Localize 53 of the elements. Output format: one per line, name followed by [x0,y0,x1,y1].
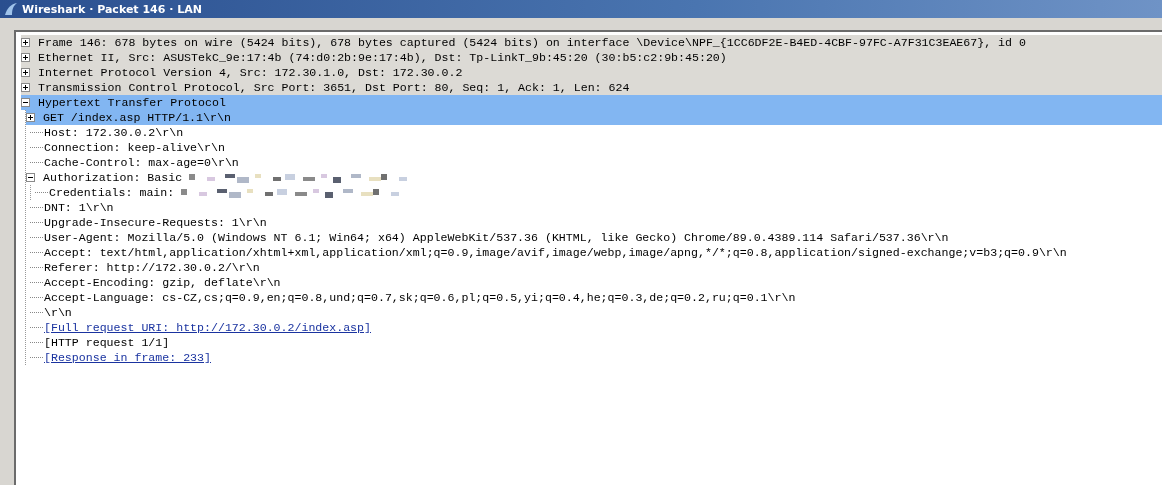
tree-row[interactable]: Accept: text/html,application/xhtml+xml,application/xml;q=0.9,image/avif,image/webp,image/apng,*/*;q=0.8,application/signed-exchange;v=b3;q=0.9\r\n [26,245,1162,260]
field-text: Credentials: main: [49,186,175,199]
tree-row[interactable]: [Full request URI: http://172.30.0.2/index.asp] [26,320,1162,335]
expand-icon[interactable] [21,83,30,92]
tree-row[interactable]: Credentials: main: [31,185,1162,200]
tree-row[interactable]: Accept-Encoding: gzip, deflate\r\n [26,275,1162,290]
field-text: Frame 146: 678 bytes on wire (5424 bits), 678 bytes captured (5424 bits) on interface \Device\NPF_{1CC6DF2E-B4ED-4CBF-97FC-A7F31C3EAE67}, id 0 [38,36,1026,49]
tree-row[interactable]: Ethernet II, Src: ASUSTekC_9e:17:4b (74:d0:2b:9e:17:4b), Dst: Tp-LinkT_9b:45:20 (30:b5:c2:9b:45:20) [21,50,1162,65]
field-text: Accept-Encoding: gzip, deflate\r\n [44,276,281,289]
field-text: Authorization: Basic [43,171,183,184]
field-text: GET /index.asp HTTP/1.1\r\n [43,111,231,124]
tree-row[interactable]: Referer: http://172.30.0.2/\r\n [26,260,1162,275]
field-text: User-Agent: Mozilla/5.0 (Windows NT 6.1; Win64; x64) AppleWebKit/537.36 (KHTML, like Gecko) Chrome/89.0.4389.114 Safari/537.36\r\n [44,231,949,244]
frame-link[interactable]: [Full request URI: http://172.30.0.2/index.asp] [44,321,371,334]
field-text: Ethernet II, Src: ASUSTekC_9e:17:4b (74:d0:2b:9e:17:4b), Dst: Tp-LinkT_9b:45:20 (30:b5:c2:9b:45:20) [38,51,727,64]
tree-row[interactable]: Authorization: Basic [26,170,1162,185]
tree-row[interactable]: Hypertext Transfer Protocol [21,95,1162,110]
field-text: Connection: keep-alive\r\n [44,141,225,154]
field-text: [HTTP request 1/1] [44,336,170,349]
expand-icon[interactable] [21,68,30,77]
collapse-icon[interactable] [21,98,30,107]
frame-link[interactable]: [Response in frame: 233] [44,351,211,364]
field-text: Hypertext Transfer Protocol [38,96,226,109]
tree-row[interactable]: Connection: keep-alive\r\n [26,140,1162,155]
tree-row[interactable]: Frame 146: 678 bytes on wire (5424 bits), 678 bytes captured (5424 bits) on interface \Device\NPF_{1CC6DF2E-B4ED-4CBF-97FC-A7F31C3EAE67}, id 0 [21,35,1162,50]
field-text: Accept-Language: cs-CZ,cs;q=0.9,en;q=0.8,und;q=0.7,sk;q=0.6,pl;q=0.5,yi;q=0.4,he;q=0.3,de;q=0.2,ru;q=0.1\r\n [44,291,796,304]
fin-icon [4,2,18,16]
field-text: Referer: http://172.30.0.2/\r\n [44,261,260,274]
tree-row[interactable]: Cache-Control: max-age=0\r\n [26,155,1162,170]
tree-row[interactable]: GET /index.asp HTTP/1.1\r\n [26,110,1162,125]
field-text: Upgrade-Insecure-Requests: 1\r\n [44,216,267,229]
tree-row[interactable]: Internet Protocol Version 4, Src: 172.30.1.0, Dst: 172.30.0.2 [21,65,1162,80]
expand-icon[interactable] [21,53,30,62]
tree-row[interactable]: Transmission Control Protocol, Src Port: 3651, Dst Port: 80, Seq: 1, Ack: 1, Len: 624 [21,80,1162,95]
field-text: Transmission Control Protocol, Src Port: 3651, Dst Port: 80, Seq: 1, Ack: 1, Len: 624 [38,81,630,94]
field-text: Host: 172.30.0.2\r\n [44,126,184,139]
tree-row[interactable]: [HTTP request 1/1] [26,335,1162,350]
expand-icon[interactable] [26,113,35,122]
field-text: Internet Protocol Version 4, Src: 172.30.1.0, Dst: 172.30.0.2 [38,66,463,79]
tree-row[interactable]: Upgrade-Insecure-Requests: 1\r\n [26,215,1162,230]
collapse-icon[interactable] [26,173,35,182]
tree-row[interactable]: [Response in frame: 233] [26,350,1162,365]
field-text: \r\n [44,306,72,319]
tree-row[interactable]: User-Agent: Mozilla/5.0 (Windows NT 6.1; Win64; x64) AppleWebKit/537.36 (KHTML, like Gecko) Chrome/89.0.4389.114 Safari/537.36\r\n [26,230,1162,245]
tree-row[interactable]: Accept-Language: cs-CZ,cs;q=0.9,en;q=0.8,und;q=0.7,sk;q=0.6,pl;q=0.5,yi;q=0.4,he;q=0.3,de;q=0.2,ru;q=0.1\r\n [26,290,1162,305]
expand-icon[interactable] [21,38,30,47]
field-text: Cache-Control: max-age=0\r\n [44,156,239,169]
window-title: Wireshark · Packet 146 · LAN [22,2,202,16]
tree-row[interactable]: \r\n [26,305,1162,320]
field-text: Accept: text/html,application/xhtml+xml,application/xml;q=0.9,image/avif,image/webp,image/apng,*/*;q=0.8,application/signed-exchange;v=b3;q=0.9\r\n [44,246,1067,259]
tree-row[interactable]: Host: 172.30.0.2\r\n [26,125,1162,140]
field-text: DNT: 1\r\n [44,201,114,214]
tree-row[interactable]: DNT: 1\r\n [26,200,1162,215]
